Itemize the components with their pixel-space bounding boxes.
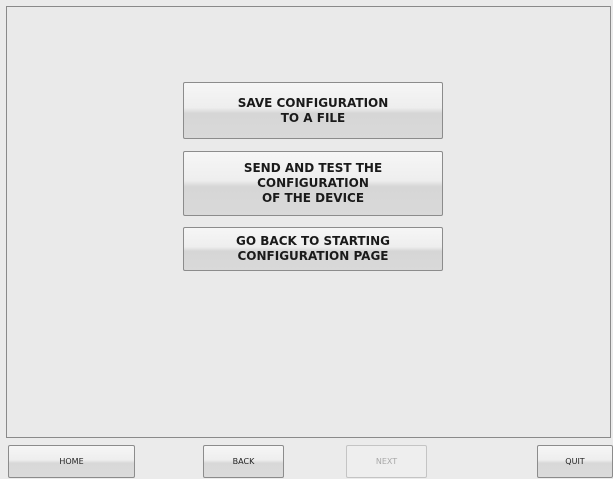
next-button[interactable]: NEXT bbox=[346, 445, 427, 478]
go-back-label-line-2: CONFIGURATION PAGE bbox=[237, 249, 389, 263]
send-and-test-label-line-1: SEND AND TEST THE bbox=[243, 161, 383, 175]
quit-button[interactable]: QUIT bbox=[537, 445, 613, 478]
save-configuration-label-line-2: TO A FILE bbox=[280, 110, 346, 125]
send-and-test-configuration-button[interactable]: SEND AND TEST THE CONFIGURATION OF THE D… bbox=[183, 151, 443, 216]
home-button[interactable]: HOME bbox=[8, 445, 135, 478]
back-button[interactable]: BACK bbox=[203, 445, 284, 478]
save-configuration-label-line-1: SAVE CONFIGURATION bbox=[237, 95, 389, 110]
send-and-test-label-line-2: CONFIGURATION bbox=[257, 176, 369, 190]
go-back-to-starting-page-button[interactable]: GO BACK TO STARTING CONFIGURATION PAGE bbox=[183, 227, 443, 271]
send-and-test-label-line-3: OF THE DEVICE bbox=[261, 191, 365, 205]
main-panel: SAVE CONFIGURATION TO A FILE SEND AND TE… bbox=[6, 6, 611, 438]
go-back-label-line-1: GO BACK TO STARTING bbox=[236, 234, 390, 248]
save-configuration-button[interactable]: SAVE CONFIGURATION TO A FILE bbox=[183, 82, 443, 139]
